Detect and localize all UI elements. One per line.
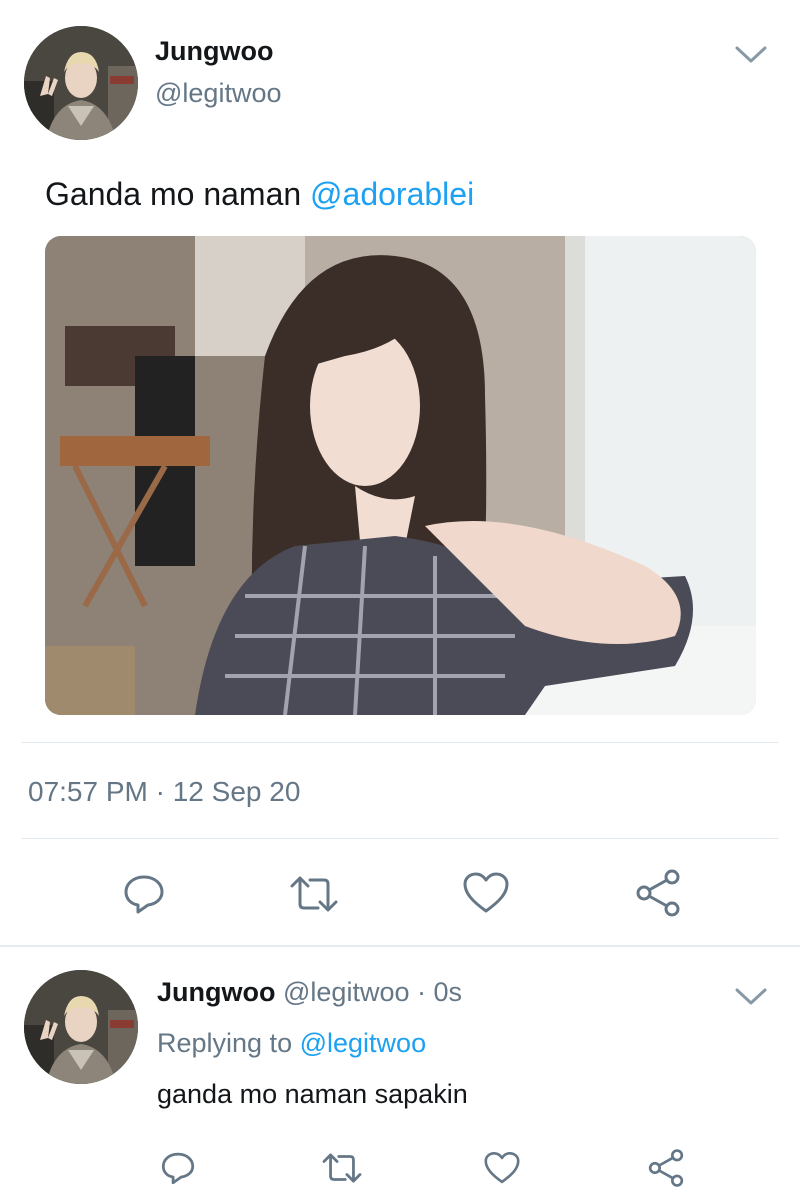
retweet-icon (290, 876, 338, 912)
avatar-photo (24, 26, 138, 140)
share-icon (648, 1149, 684, 1187)
reply-author-handle[interactable]: @legitwoo (283, 977, 409, 1007)
photo-image (45, 236, 756, 715)
reply-author-name[interactable]: Jungwoo (157, 977, 275, 1007)
retweet-button[interactable] (318, 1148, 366, 1188)
mention-link[interactable]: @adorablei (310, 176, 474, 212)
reply-text: ganda mo naman sapakin (157, 1079, 468, 1109)
reply-header: Jungwoo @legitwoo · 0s (157, 977, 462, 1008)
tweet-text: Ganda mo naman @adorablei (45, 176, 474, 213)
reply-icon (161, 1152, 195, 1185)
tweet-timestamp[interactable]: 07:57 PM · 12 Sep 20 (28, 776, 300, 808)
like-button[interactable] (460, 866, 512, 920)
author-avatar[interactable] (24, 26, 138, 140)
like-button[interactable] (480, 1148, 524, 1188)
chevron-down-icon[interactable] (734, 986, 768, 1008)
reply-author-avatar[interactable] (24, 970, 138, 1084)
reply-button[interactable] (118, 868, 170, 920)
section-divider (0, 945, 800, 947)
tweet-text-body: Ganda mo naman (45, 176, 311, 212)
reply-button[interactable] (156, 1148, 200, 1188)
share-button[interactable] (644, 1146, 688, 1190)
retweet-icon (322, 1153, 362, 1183)
divider (22, 742, 778, 743)
avatar-photo (24, 970, 138, 1084)
replying-to: Replying to @legitwoo (157, 1028, 426, 1059)
author-handle[interactable]: @legitwoo (155, 78, 281, 109)
chevron-down-icon[interactable] (734, 44, 768, 66)
like-icon (463, 872, 509, 913)
share-icon (636, 869, 680, 917)
replying-handle-link[interactable]: @legitwoo (300, 1028, 426, 1058)
reply-icon (124, 875, 164, 914)
author-name[interactable]: Jungwoo (155, 36, 273, 67)
share-button[interactable] (632, 866, 684, 920)
divider (22, 838, 778, 839)
like-icon (484, 1152, 520, 1184)
retweet-button[interactable] (286, 868, 342, 920)
replying-label: Replying to (157, 1028, 293, 1058)
reply-age: · 0s (417, 977, 463, 1007)
tweet-photo[interactable] (45, 236, 756, 715)
